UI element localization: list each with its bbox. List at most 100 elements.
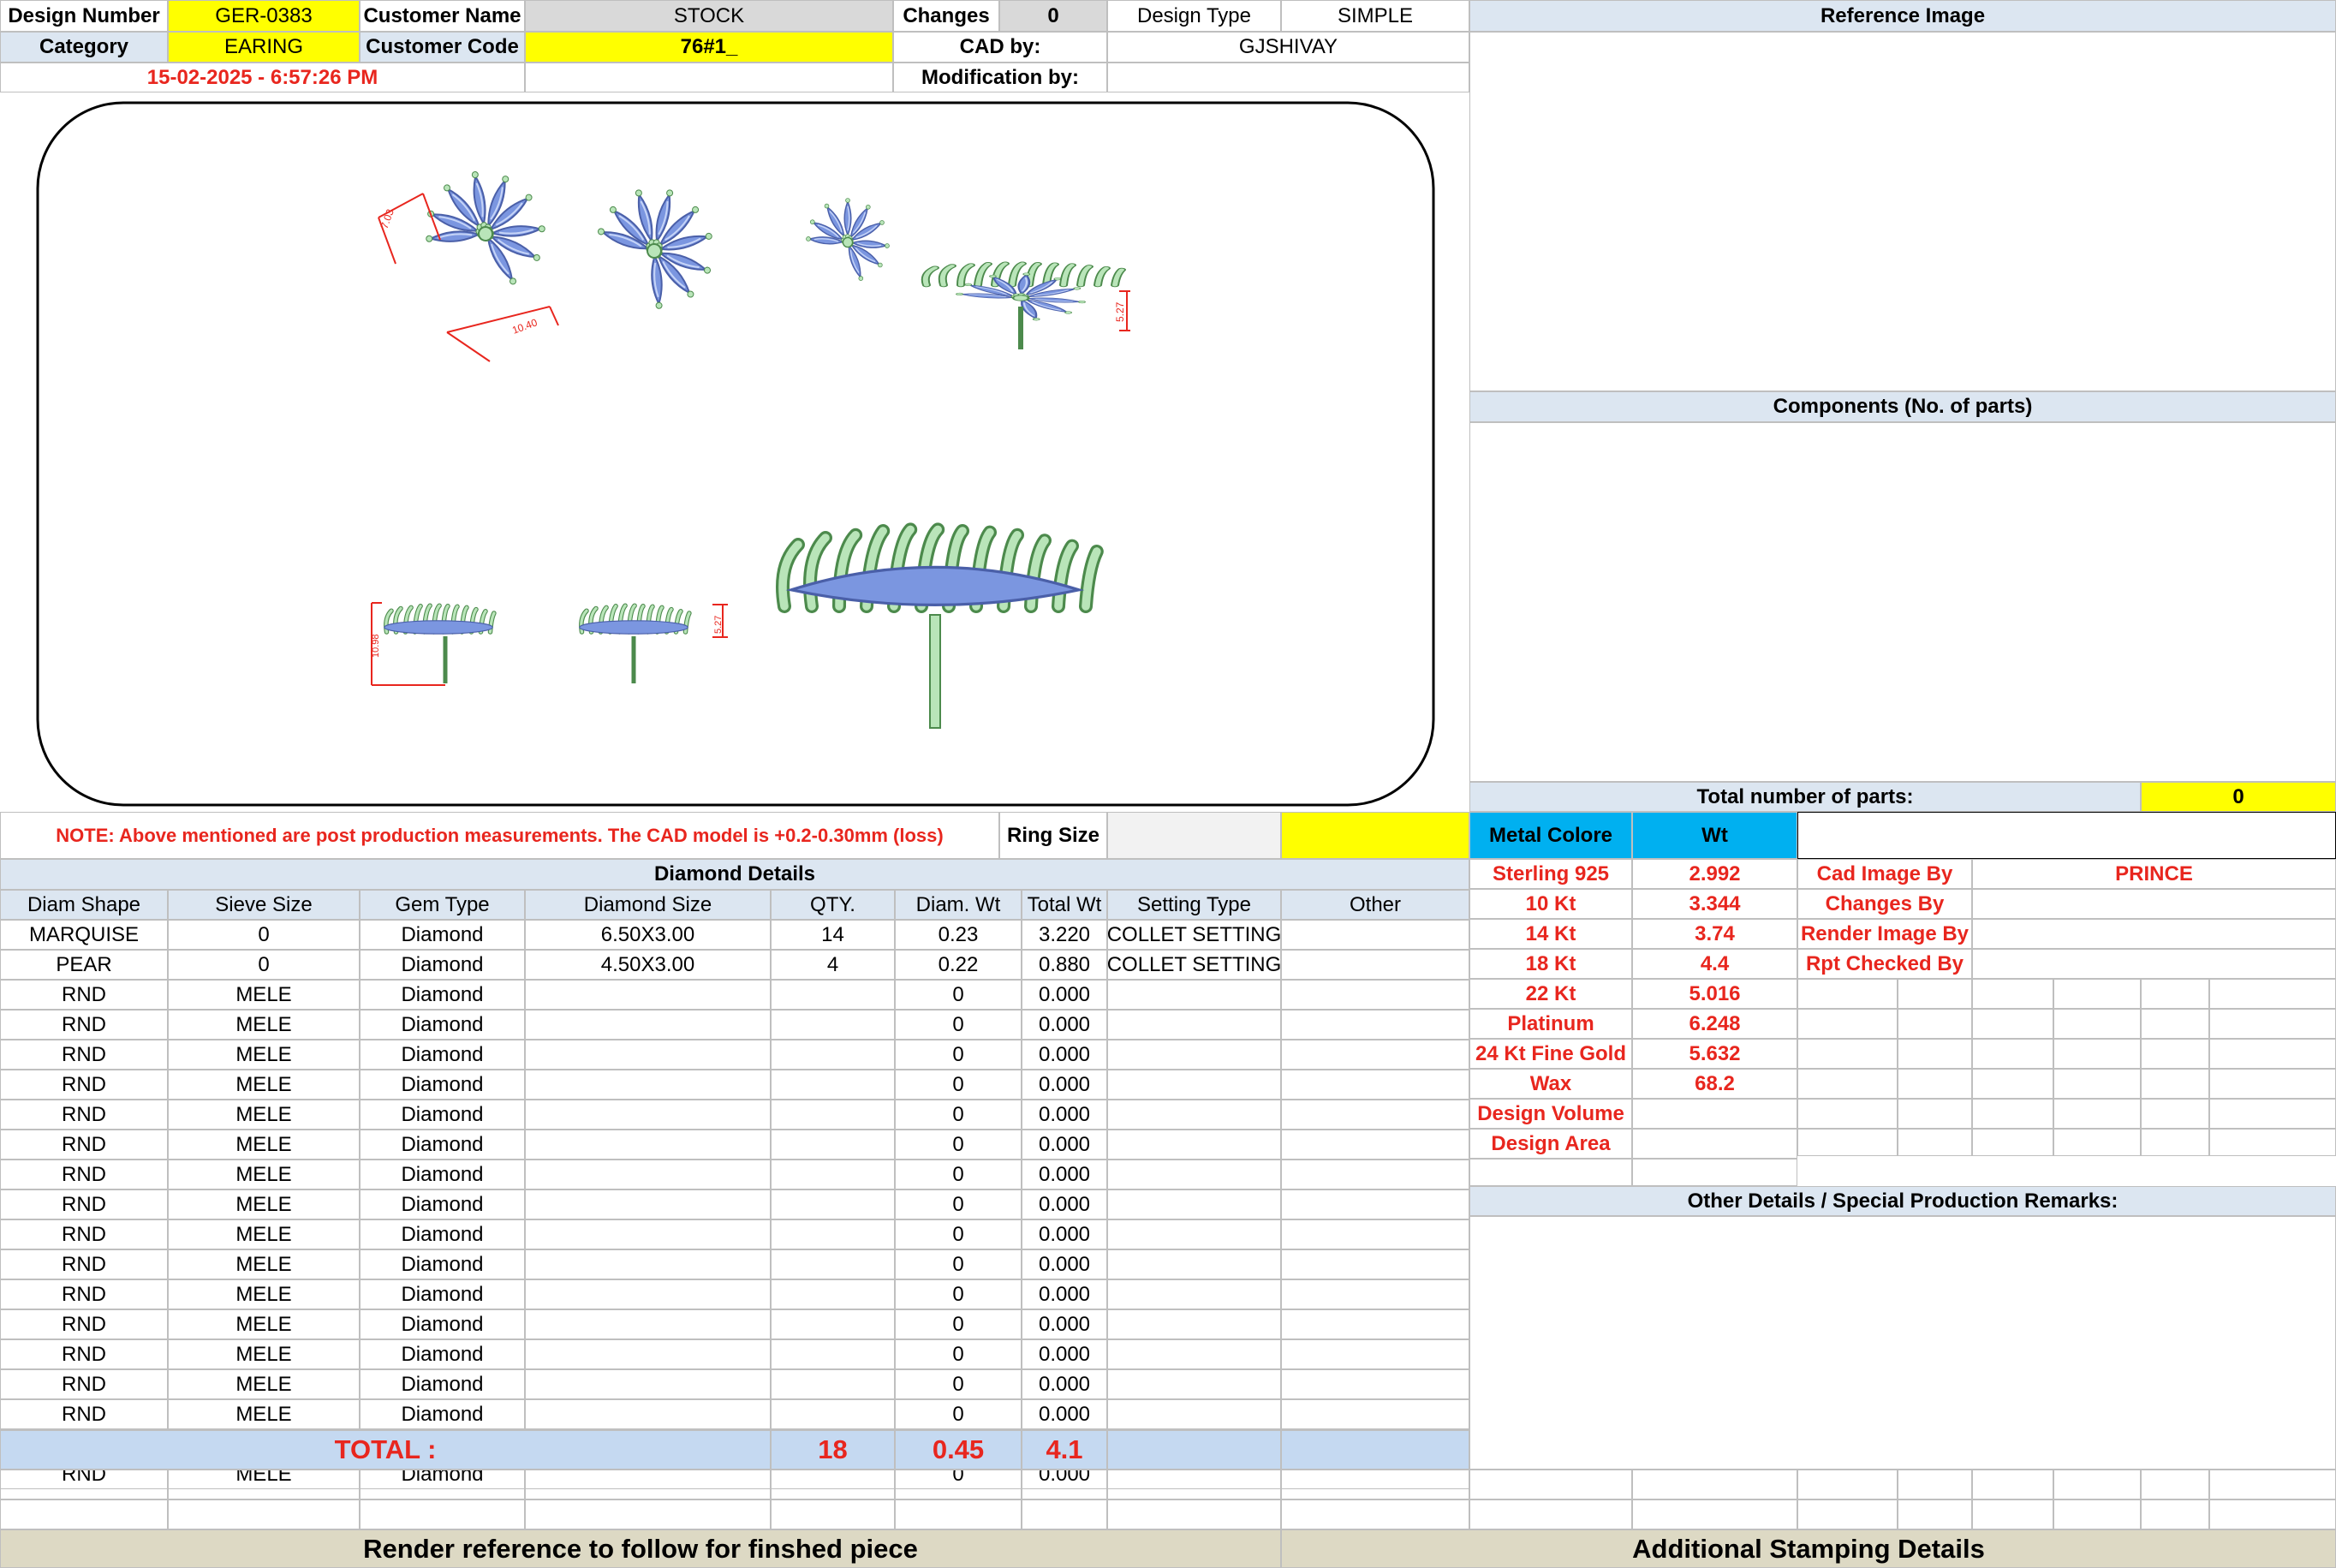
diamond-cell[interactable] xyxy=(771,1279,895,1309)
diamond-cell[interactable]: 0.000 xyxy=(1022,1369,1107,1399)
diamond-cell[interactable]: RND xyxy=(0,1010,168,1040)
grid-cell[interactable] xyxy=(2141,1069,2209,1099)
blank-cell[interactable] xyxy=(895,1470,1022,1499)
diamond-cell[interactable]: Diamond xyxy=(360,1219,525,1249)
diamond-cell[interactable]: RND xyxy=(0,1160,168,1189)
diamond-cell[interactable]: 0 xyxy=(895,1070,1022,1100)
diamond-cell[interactable]: Diamond xyxy=(360,1279,525,1309)
grid-cell[interactable] xyxy=(1972,1039,2053,1069)
grid-cell[interactable] xyxy=(1797,1129,1898,1156)
ring-size-value[interactable] xyxy=(1107,812,1281,859)
diamond-cell[interactable] xyxy=(525,1010,771,1040)
diamond-cell[interactable] xyxy=(525,1309,771,1339)
diamond-cell[interactable]: 0.23 xyxy=(895,920,1022,950)
diamond-cell[interactable]: 3.220 xyxy=(1022,920,1107,950)
diamond-cell[interactable] xyxy=(1281,1309,1469,1339)
diamond-cell[interactable]: Diamond xyxy=(360,1160,525,1189)
design-number-value[interactable]: GER-0383 xyxy=(168,0,360,32)
diamond-cell[interactable]: MELE xyxy=(168,1309,360,1339)
blank-cell[interactable] xyxy=(1469,1499,1632,1529)
grid-cell[interactable] xyxy=(1972,1129,2053,1156)
grid-cell[interactable] xyxy=(1797,1069,1898,1099)
diamond-cell[interactable] xyxy=(1281,950,1469,980)
metal-weight[interactable]: 3.344 xyxy=(1632,889,1797,919)
diamond-cell[interactable] xyxy=(1281,1070,1469,1100)
diamond-cell[interactable] xyxy=(1107,1279,1281,1309)
diamond-cell[interactable]: RND xyxy=(0,1219,168,1249)
credit-value[interactable] xyxy=(1972,889,2336,919)
diamond-cell[interactable]: 0.000 xyxy=(1022,1130,1107,1160)
diamond-cell[interactable]: 0 xyxy=(895,1010,1022,1040)
diamond-cell[interactable] xyxy=(771,1070,895,1100)
diamond-cell[interactable] xyxy=(771,1189,895,1219)
blank-cell[interactable] xyxy=(1898,1470,1972,1499)
grid-cell[interactable] xyxy=(2209,1009,2336,1039)
diamond-cell[interactable]: RND xyxy=(0,1309,168,1339)
diamond-cell[interactable]: MELE xyxy=(168,1369,360,1399)
grid-cell[interactable] xyxy=(1898,1129,1972,1156)
diamond-cell[interactable] xyxy=(771,1010,895,1040)
diamond-cell[interactable] xyxy=(525,1339,771,1369)
diamond-cell[interactable]: 0.000 xyxy=(1022,1100,1107,1130)
diamond-cell[interactable] xyxy=(1281,1399,1469,1429)
grid-cell[interactable] xyxy=(2141,979,2209,1009)
diamond-cell[interactable] xyxy=(1281,1040,1469,1070)
blank-cell[interactable] xyxy=(525,1499,771,1529)
diamond-cell[interactable]: Diamond xyxy=(360,1339,525,1369)
diamond-cell[interactable]: 4.50X3.00 xyxy=(525,950,771,980)
diamond-cell[interactable] xyxy=(525,1219,771,1249)
diamond-cell[interactable]: 0 xyxy=(895,1130,1022,1160)
metal-weight[interactable]: 3.74 xyxy=(1632,919,1797,949)
credit-value[interactable]: PRINCE xyxy=(1972,859,2336,889)
diamond-cell[interactable]: RND xyxy=(0,980,168,1010)
diamond-cell[interactable] xyxy=(525,1040,771,1070)
diamond-cell[interactable]: MELE xyxy=(168,1040,360,1070)
blank-cell[interactable] xyxy=(1107,1499,1281,1529)
diamond-cell[interactable] xyxy=(1107,1189,1281,1219)
credit-value[interactable] xyxy=(1972,919,2336,949)
blank-cell[interactable] xyxy=(1632,1470,1797,1499)
diamond-cell[interactable]: RND xyxy=(0,1070,168,1100)
blank-cell[interactable] xyxy=(1281,1499,1469,1529)
diamond-cell[interactable]: Diamond xyxy=(360,1130,525,1160)
diamond-cell[interactable] xyxy=(1107,1399,1281,1429)
diamond-cell[interactable]: 0 xyxy=(168,950,360,980)
diamond-cell[interactable] xyxy=(771,980,895,1010)
diamond-cell[interactable]: MELE xyxy=(168,1010,360,1040)
diamond-cell[interactable]: Diamond xyxy=(360,980,525,1010)
customer-code-value[interactable]: 76#1_ xyxy=(525,32,893,63)
blank-cell[interactable] xyxy=(2053,1470,2141,1499)
diamond-cell[interactable] xyxy=(771,1339,895,1369)
diamond-cell[interactable] xyxy=(771,1309,895,1339)
diamond-cell[interactable] xyxy=(1107,1339,1281,1369)
diamond-cell[interactable]: MELE xyxy=(168,1219,360,1249)
diamond-cell[interactable] xyxy=(771,1130,895,1160)
diamond-cell[interactable] xyxy=(1281,1369,1469,1399)
grid-cell[interactable] xyxy=(2053,979,2141,1009)
grid-cell[interactable] xyxy=(2209,1039,2336,1069)
diamond-cell[interactable]: Diamond xyxy=(360,1010,525,1040)
diamond-cell[interactable]: RND xyxy=(0,1249,168,1279)
blank-cell[interactable] xyxy=(168,1470,360,1499)
diamond-cell[interactable]: 0.000 xyxy=(1022,980,1107,1010)
grid-cell[interactable] xyxy=(2141,1009,2209,1039)
grid-cell[interactable] xyxy=(2209,1099,2336,1129)
diamond-cell[interactable]: 0.880 xyxy=(1022,950,1107,980)
diamond-cell[interactable] xyxy=(1107,1040,1281,1070)
blank-cell[interactable] xyxy=(360,1470,525,1499)
diamond-cell[interactable]: 0 xyxy=(895,1219,1022,1249)
blank-cell[interactable] xyxy=(771,1470,895,1499)
diamond-cell[interactable] xyxy=(771,1399,895,1429)
blank-cell[interactable] xyxy=(1632,1499,1797,1529)
diamond-cell[interactable] xyxy=(1281,1130,1469,1160)
diamond-cell[interactable]: 0.000 xyxy=(1022,1399,1107,1429)
diamond-cell[interactable] xyxy=(1107,1309,1281,1339)
diamond-cell[interactable] xyxy=(1281,1279,1469,1309)
diamond-cell[interactable]: MELE xyxy=(168,980,360,1010)
diamond-cell[interactable] xyxy=(1281,920,1469,950)
grid-cell[interactable] xyxy=(2053,1039,2141,1069)
diamond-cell[interactable]: 0 xyxy=(895,1040,1022,1070)
diamond-cell[interactable] xyxy=(771,1160,895,1189)
diamond-cell[interactable]: MELE xyxy=(168,1100,360,1130)
diamond-cell[interactable]: 0.000 xyxy=(1022,1249,1107,1279)
